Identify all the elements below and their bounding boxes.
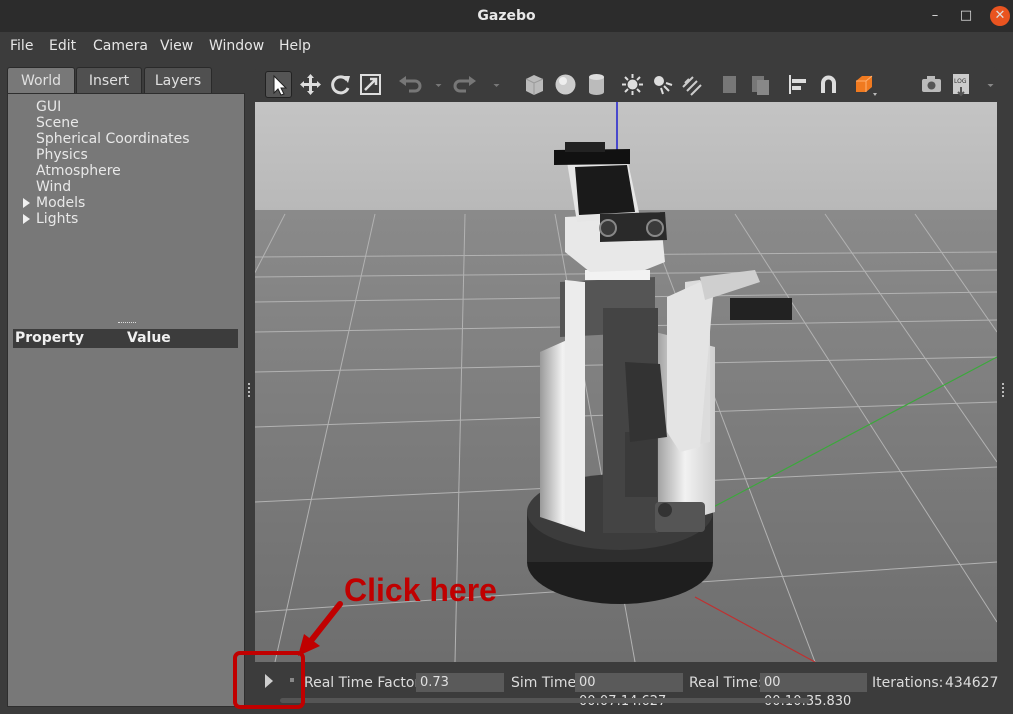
redo-dropdown-icon[interactable] <box>483 71 500 98</box>
tree-item-atmosphere[interactable]: Atmosphere <box>36 163 121 179</box>
iterations-value: 434627 <box>945 675 999 691</box>
property-column-header: Property <box>15 330 85 346</box>
viewport-toolbar: LOG <box>255 67 997 102</box>
tree-item-lights[interactable]: Lights <box>23 211 79 227</box>
tab-insert[interactable]: Insert <box>76 67 142 94</box>
iterations-label: Iterations: <box>872 675 944 691</box>
real-time-factor-value: 0.73 <box>416 673 504 692</box>
copy-icon[interactable] <box>717 71 744 98</box>
horizontal-scrollbar[interactable] <box>280 698 810 703</box>
paste-icon[interactable] <box>747 71 774 98</box>
toolbar-dropdown-icon[interactable] <box>977 71 994 98</box>
tree-item-physics[interactable]: Physics <box>36 147 88 163</box>
snap-icon[interactable] <box>815 71 842 98</box>
sphere-icon[interactable] <box>552 71 579 98</box>
scale-icon[interactable] <box>357 71 384 98</box>
menu-edit[interactable]: Edit <box>49 38 76 54</box>
box-icon[interactable] <box>521 71 548 98</box>
tree-item-models[interactable]: Models <box>23 195 86 211</box>
redo-icon[interactable] <box>453 71 480 98</box>
title-bar: Gazebo – □ ✕ <box>0 0 1013 32</box>
tree-item-spherical-coordinates[interactable]: Spherical Coordinates <box>36 131 190 147</box>
undo-icon[interactable] <box>395 71 422 98</box>
svg-text:LOG: LOG <box>954 78 967 85</box>
annotation-text: Click here <box>344 572 497 608</box>
tree-item-lights-label: Lights <box>36 211 79 227</box>
tree-item-gui[interactable]: GUI <box>36 99 61 115</box>
expand-arrow-icon[interactable] <box>23 214 30 224</box>
view-angle-icon[interactable] <box>851 71 878 98</box>
minimize-button[interactable]: – <box>925 6 945 26</box>
point-light-icon[interactable] <box>619 71 646 98</box>
real-time-value: 00 00:10:35.830 <box>760 673 867 709</box>
menu-file[interactable]: File <box>10 38 33 54</box>
property-table-header: Property Value <box>13 329 238 348</box>
world-tree-panel: GUI Scene Spherical Coordinates Physics … <box>7 93 245 707</box>
cylinder-icon[interactable] <box>583 71 610 98</box>
menu-window[interactable]: Window <box>209 38 264 54</box>
right-splitter-handle[interactable] <box>1002 383 1005 397</box>
tree-item-wind[interactable]: Wind <box>36 179 71 195</box>
spot-light-icon[interactable] <box>649 71 676 98</box>
menu-bar: File Edit Camera View Window Help <box>0 32 1013 60</box>
log-icon[interactable]: LOG <box>948 71 975 98</box>
translate-icon[interactable] <box>297 71 324 98</box>
tree-item-scene[interactable]: Scene <box>36 115 79 131</box>
menu-help[interactable]: Help <box>279 38 311 54</box>
annotation-highlight-box <box>233 651 305 709</box>
left-panel: World Insert Layers GUI Scene Spherical … <box>7 67 245 707</box>
left-splitter-handle[interactable] <box>248 383 251 397</box>
real-time-factor-label: Real Time Factor: <box>304 675 425 691</box>
status-bar: Real Time Factor: 0.73 Sim Time: 00 00:0… <box>255 662 999 709</box>
gazebo-window: Gazebo – □ ✕ File Edit Camera View Windo… <box>0 0 1013 714</box>
tab-world[interactable]: World <box>7 67 75 94</box>
align-icon[interactable] <box>785 71 812 98</box>
sim-time-label: Sim Time: <box>511 675 581 691</box>
menu-camera[interactable]: Camera <box>93 38 148 54</box>
close-button[interactable]: ✕ <box>990 6 1010 26</box>
screenshot-icon[interactable] <box>918 71 945 98</box>
rotate-icon[interactable] <box>327 71 354 98</box>
undo-dropdown-icon[interactable] <box>425 71 442 98</box>
menu-view[interactable]: View <box>160 38 193 54</box>
maximize-button[interactable]: □ <box>956 6 976 26</box>
value-column-header: Value <box>127 330 171 346</box>
expand-arrow-icon[interactable] <box>23 198 30 208</box>
panel-splitter-handle[interactable] <box>118 322 136 325</box>
directional-light-icon[interactable] <box>679 71 706 98</box>
tree-item-models-label: Models <box>36 195 86 211</box>
select-arrow-icon[interactable] <box>265 71 292 98</box>
window-title: Gazebo <box>477 8 536 24</box>
sim-time-value: 00 00:07:14.627 <box>575 673 683 709</box>
real-time-label: Real Time: <box>689 675 763 691</box>
tab-layers[interactable]: Layers <box>144 67 212 94</box>
